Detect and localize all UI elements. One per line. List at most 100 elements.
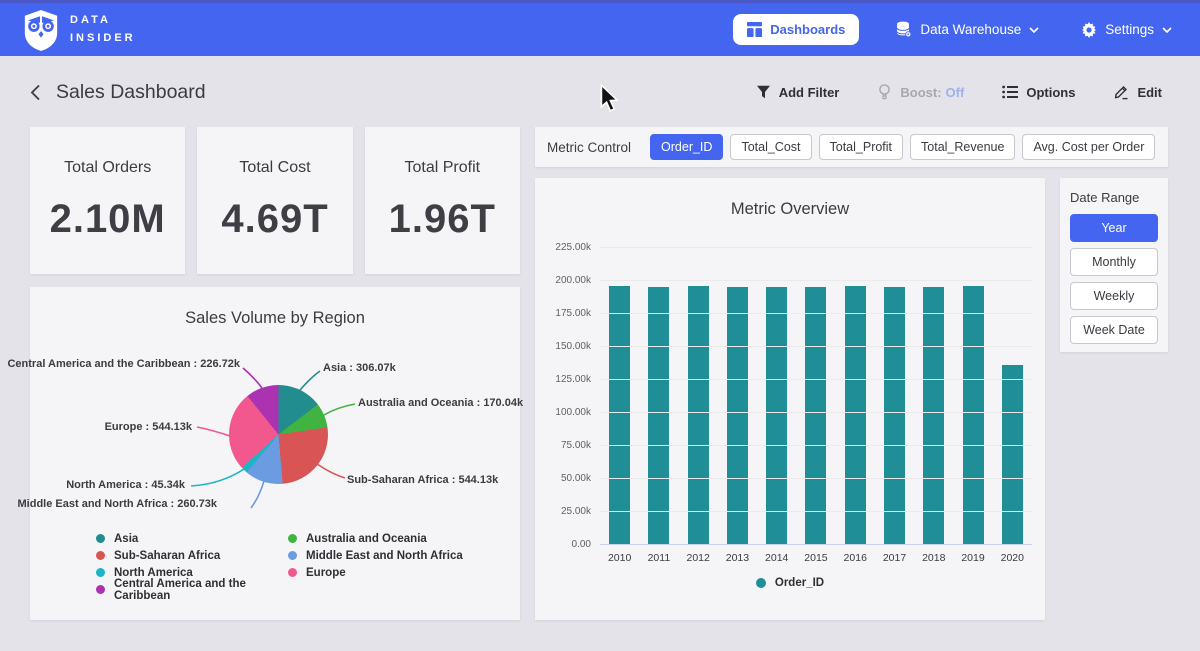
pie-callout-central-america-caribbean: Central America and the Caribbean : 226.… bbox=[7, 358, 240, 370]
bar-2017[interactable] bbox=[884, 287, 905, 545]
bar-slot-2019 bbox=[953, 286, 992, 545]
back-button[interactable] bbox=[30, 84, 41, 101]
pie-legend-label: Australia and Oceania bbox=[306, 533, 427, 545]
metric-option-2[interactable]: Total_Profit bbox=[819, 134, 904, 160]
kpi-card-0: Total Orders 2.10M bbox=[30, 127, 185, 274]
kpi-value: 2.10M bbox=[30, 197, 185, 242]
gridline-50.00k bbox=[600, 478, 1032, 479]
pie-legend-label: Middle East and North Africa bbox=[306, 550, 463, 562]
boost-value: Off bbox=[946, 85, 965, 100]
options-button[interactable]: Options bbox=[996, 84, 1081, 101]
nav-data-warehouse-button[interactable]: Data Warehouse bbox=[889, 20, 1045, 39]
bar-2018[interactable] bbox=[923, 287, 944, 545]
pie-chart[interactable] bbox=[229, 385, 328, 484]
filter-funnel-icon bbox=[756, 85, 771, 99]
pie-legend-dot bbox=[96, 551, 105, 560]
bar-2015[interactable] bbox=[805, 287, 826, 545]
ytick-200.00k: 200.00k bbox=[535, 275, 591, 286]
pie-legend-label: Europe bbox=[306, 567, 346, 579]
pie-callout-sub-saharan-africa: Sub-Saharan Africa : 544.13k bbox=[347, 474, 498, 486]
pie-legend-dot bbox=[288, 551, 297, 560]
xlabel-2017: 2017 bbox=[875, 552, 914, 564]
metric-option-4[interactable]: Avg. Cost per Order bbox=[1022, 134, 1155, 160]
bar-2020[interactable] bbox=[1002, 365, 1023, 545]
pie-legend-item-europe[interactable]: Europe bbox=[288, 564, 463, 581]
date-range-option-0[interactable]: Year bbox=[1070, 214, 1158, 242]
xlabel-2018: 2018 bbox=[914, 552, 953, 564]
pie-legend-dot bbox=[288, 534, 297, 543]
metric-option-3[interactable]: Total_Revenue bbox=[910, 134, 1015, 160]
kpi-card-2: Total Profit1.96T bbox=[365, 127, 520, 274]
gridline-125.00k bbox=[600, 379, 1032, 380]
kpi-value: 4.69T bbox=[197, 197, 352, 242]
bar-chart-legend: Order_ID bbox=[535, 577, 1045, 589]
kpi-label: Total Orders bbox=[30, 159, 185, 177]
metric-option-0[interactable]: Order_ID bbox=[650, 134, 723, 160]
pie-legend-item-middle-east-and-north-africa[interactable]: Middle East and North Africa bbox=[288, 547, 463, 564]
bar-2010[interactable] bbox=[609, 286, 630, 545]
nav-dashboards-button[interactable]: Dashboards bbox=[733, 14, 859, 45]
xlabel-2013: 2013 bbox=[718, 552, 757, 564]
bar-2012[interactable] bbox=[688, 286, 709, 545]
dashboard-grid-icon bbox=[747, 22, 762, 37]
bar-2019[interactable] bbox=[963, 286, 984, 545]
bar-2011[interactable] bbox=[648, 287, 669, 545]
brand-text: DATA INSIDER bbox=[70, 12, 136, 46]
edit-button[interactable]: Edit bbox=[1107, 83, 1168, 101]
bar-2016[interactable] bbox=[845, 286, 866, 546]
xlabel-2019: 2019 bbox=[953, 552, 992, 564]
date-range-options: Year Monthly Weekly Week Date bbox=[1070, 214, 1158, 344]
ytick-100.00k: 100.00k bbox=[535, 407, 591, 418]
date-range-option-3[interactable]: Week Date bbox=[1070, 316, 1158, 344]
options-label: Options bbox=[1026, 85, 1075, 100]
bar-slot-2020 bbox=[993, 365, 1032, 545]
bar-slot-2017 bbox=[875, 287, 914, 545]
bar-chart-xlabels: 2010201120122013201420152016201720182019… bbox=[600, 552, 1032, 564]
nav-settings-button[interactable]: Settings bbox=[1075, 21, 1178, 39]
metric-control-bar: Metric Control Order_IDTotal_CostTotal_P… bbox=[535, 127, 1168, 167]
pie-legend-item-sub-saharan-africa[interactable]: Sub-Saharan Africa bbox=[96, 547, 288, 564]
pie-callout-north-america: North America : 45.34k bbox=[66, 479, 185, 491]
gridline-200.00k bbox=[600, 280, 1032, 281]
pie-legend-item-australia-and-oceania[interactable]: Australia and Oceania bbox=[288, 530, 463, 547]
metric-option-1[interactable]: Total_Cost bbox=[730, 134, 811, 160]
boost-label: Boost: bbox=[900, 85, 941, 100]
date-range-option-2[interactable]: Weekly bbox=[1070, 282, 1158, 310]
ytick-150.00k: 150.00k bbox=[535, 341, 591, 352]
date-range-option-1[interactable]: Monthly bbox=[1070, 248, 1158, 276]
boost-toggle[interactable]: Boost: Off bbox=[871, 83, 970, 101]
page-title: Sales Dashboard bbox=[56, 81, 206, 104]
nav-dashboards-label: Dashboards bbox=[770, 22, 845, 37]
ytick-25.00k: 25.00k bbox=[535, 506, 591, 517]
kpi-value: 1.96T bbox=[365, 197, 520, 242]
kpi-label: Total Cost bbox=[197, 159, 352, 177]
xlabel-2010: 2010 bbox=[600, 552, 639, 564]
bar-slot-2018 bbox=[914, 287, 953, 545]
pie-legend-item-asia[interactable]: Asia bbox=[96, 530, 288, 547]
brand-logo: DATA INSIDER bbox=[22, 9, 136, 51]
bar-chart-yticks: 0.0025.00k50.00k75.00k100.00k125.00k150.… bbox=[535, 248, 591, 545]
gridline-150.00k bbox=[600, 346, 1032, 347]
xlabel-2016: 2016 bbox=[836, 552, 875, 564]
date-range-label: Date Range bbox=[1070, 190, 1158, 205]
ytick-0.00: 0.00 bbox=[535, 539, 591, 550]
bar-2014[interactable] bbox=[766, 287, 787, 545]
metric-control-options: Order_ID Total_Cost Total_ProfitTotal_Reve… bbox=[650, 134, 1155, 160]
ytick-125.00k: 125.00k bbox=[535, 374, 591, 385]
add-filter-button[interactable]: Add Filter bbox=[750, 84, 846, 101]
xlabel-2011: 2011 bbox=[639, 552, 678, 564]
legend-item-order-id[interactable]: Order_ID bbox=[756, 577, 824, 589]
options-list-icon bbox=[1002, 85, 1018, 99]
gridline-75.00k bbox=[600, 445, 1032, 446]
xlabel-2020: 2020 bbox=[993, 552, 1032, 564]
bar-slot-2015 bbox=[796, 287, 835, 545]
pencil-icon bbox=[1113, 84, 1129, 100]
pie-legend-label: Sub-Saharan Africa bbox=[114, 550, 220, 562]
chevron-down-icon bbox=[1162, 27, 1172, 33]
pie-legend-dot bbox=[96, 534, 105, 543]
nav-settings-label: Settings bbox=[1105, 22, 1154, 37]
pie-legend-item-central-america-and-the-caribbean[interactable]: Central America and the Caribbean bbox=[96, 581, 288, 598]
pie-legend-dot bbox=[288, 568, 297, 577]
bar-2013[interactable] bbox=[727, 287, 748, 545]
gridline-25.00k bbox=[600, 511, 1032, 512]
